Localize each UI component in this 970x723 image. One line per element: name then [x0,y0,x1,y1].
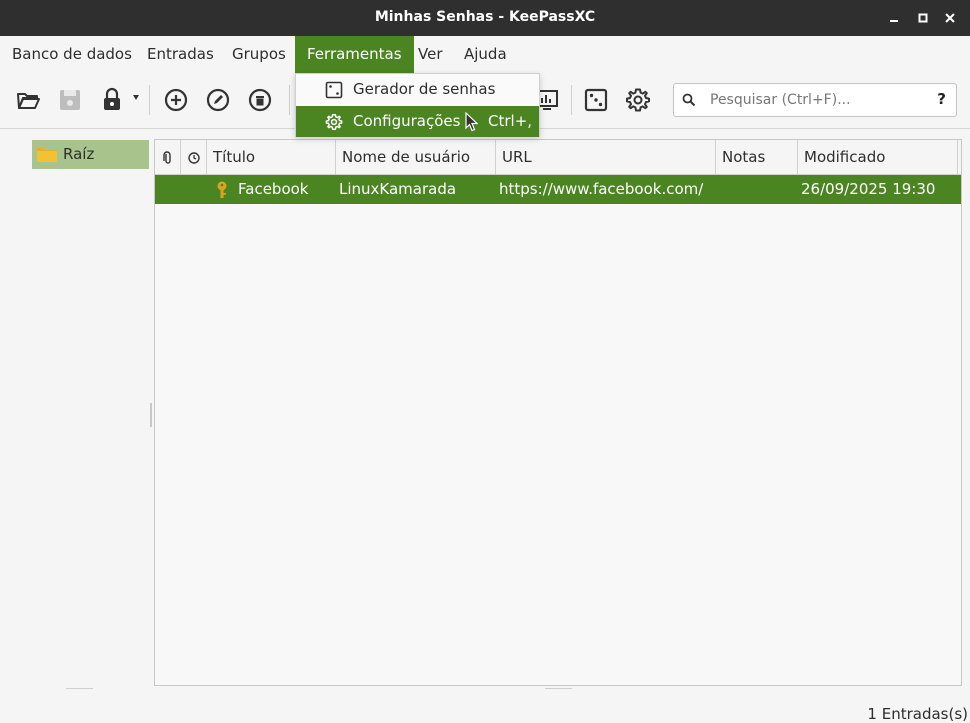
column-modified[interactable]: Modificado [798,140,958,175]
maximize-button[interactable] [915,10,931,26]
toolbar-separator [289,85,290,115]
column-username[interactable]: Nome de usuário [336,140,496,175]
resize-grip[interactable] [545,688,572,689]
mouse-cursor-icon [465,112,479,132]
pane-splitter-handle[interactable] [150,403,152,427]
dice-icon [325,81,343,99]
menu-tools[interactable]: Ferramentas [295,36,414,73]
password-generator-button[interactable] [583,87,609,113]
password-generator-icon [584,88,608,112]
table-row[interactable]: Facebook LinuxKamarada https://www.faceb… [155,175,961,204]
cell-modified: 26/09/2025 19:30 [801,180,936,198]
menu-help[interactable]: Ajuda [452,36,519,73]
menu-item-password-generator[interactable]: Gerador de senhas [296,74,539,105]
add-entry-icon [164,88,188,112]
open-database-icon [17,93,40,109]
search-input[interactable] [710,89,920,111]
column-notes[interactable]: Notas [716,140,798,175]
group-tree: Raíz [0,130,150,685]
lock-dropdown-arrow[interactable] [133,95,139,100]
window-title: Minhas Senhas - KeePassXC [374,9,596,25]
menu-bar: Banco de dados Entradas Grupos Ferrament… [0,36,970,73]
resize-grip[interactable] [66,688,93,689]
menu-item-settings[interactable]: Configurações Ctrl+, [296,106,539,137]
entries-table: Título Nome de usuário URL Notas Modific… [154,139,962,686]
tools-dropdown-menu: Gerador de senhas Configurações Ctrl+, [295,73,540,137]
lock-database-button[interactable] [99,87,125,113]
group-label: Raíz [63,145,95,163]
cell-url: https://www.facebook.com/ [499,180,704,198]
menu-view[interactable]: Ver [406,36,455,73]
minimize-button[interactable] [886,10,902,26]
close-button[interactable] [942,10,958,26]
folder-icon [37,148,57,162]
settings-icon [626,88,650,112]
status-bar: 1 Entradas(s) [0,700,970,723]
save-database-icon [60,90,80,110]
save-database-button[interactable] [57,87,83,113]
menu-groups[interactable]: Grupos [220,36,298,73]
title-bar: Minhas Senhas - KeePassXC [0,0,970,36]
menu-item-label: Configurações [353,112,461,130]
menu-database[interactable]: Banco de dados [0,36,144,73]
edit-entry-button[interactable] [205,87,231,113]
cell-title: Facebook [238,180,309,198]
edit-entry-icon [206,88,230,112]
close-icon [945,13,955,23]
add-entry-button[interactable] [163,87,189,113]
menu-entries[interactable]: Entradas [135,36,226,73]
column-attachment[interactable] [155,140,181,175]
group-item-root[interactable]: Raíz [32,140,149,169]
toolbar-separator [149,85,150,115]
table-header: Título Nome de usuário URL Notas Modific… [155,140,961,175]
minimize-icon [890,20,898,22]
gear-icon [325,113,343,131]
cell-username: LinuxKamarada [339,180,457,198]
key-icon [217,181,227,198]
search-box[interactable]: ? [673,83,957,117]
entry-count: 1 Entradas(s) [867,705,968,723]
column-title[interactable]: Título [207,140,336,175]
column-url[interactable]: URL [496,140,716,175]
menu-item-label: Gerador de senhas [353,80,496,98]
search-icon [682,93,696,107]
open-database-button[interactable] [15,87,41,113]
column-expiry[interactable] [181,140,207,175]
search-help-button[interactable]: ? [937,90,946,108]
clock-icon [188,152,200,164]
lock-database-icon [104,87,120,110]
delete-entry-icon [248,88,272,112]
menu-item-shortcut: Ctrl+, [488,112,533,130]
paperclip-icon [163,151,171,164]
settings-button[interactable] [625,87,651,113]
toolbar-separator [571,85,572,115]
delete-entry-button[interactable] [247,87,273,113]
maximize-icon [918,13,928,23]
